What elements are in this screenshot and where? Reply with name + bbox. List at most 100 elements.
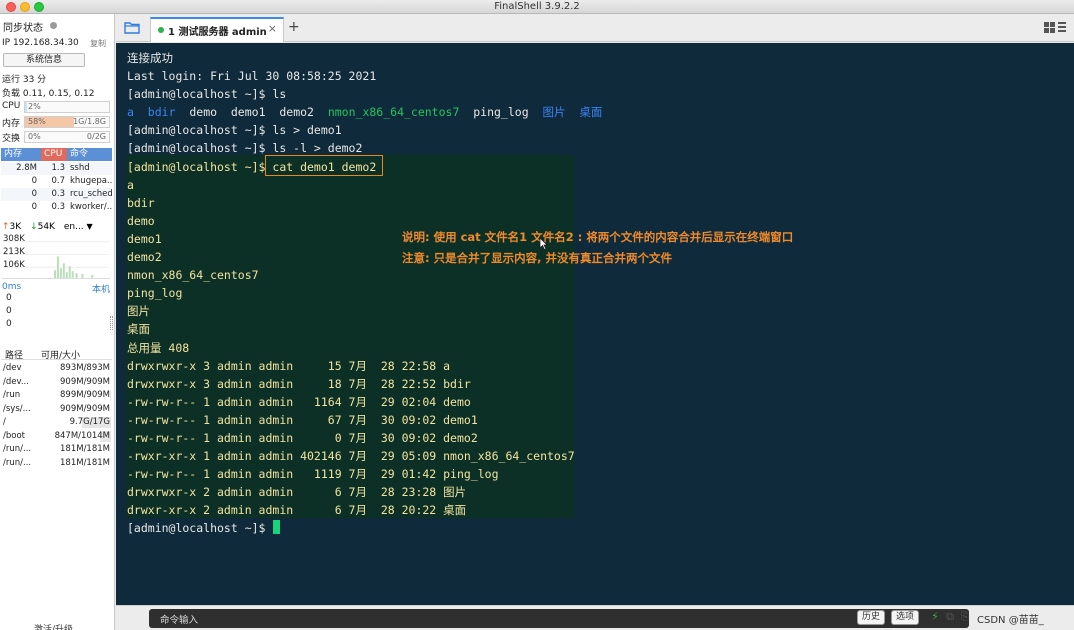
proc-mem: 0 (31, 176, 37, 186)
folder-icon[interactable] (124, 21, 140, 34)
terminal[interactable]: 连接成功 Last login: Fri Jul 30 08:58:25 2021… (116, 43, 1074, 605)
ping-value: 0 (6, 293, 12, 303)
terminal-text: 连接成功 (127, 51, 173, 65)
terminal-line: [admin@localhost ~]$ ls (127, 85, 602, 103)
fs-row[interactable]: /run/... 181M/181M (1, 457, 112, 471)
fs-size: 181M/181M (60, 457, 110, 468)
terminal-text: demo (127, 213, 155, 228)
watermark-text: CSDN @苗苗_ (977, 615, 1044, 626)
fs-path: /run/... (3, 444, 32, 454)
splitter-handle[interactable] (110, 316, 113, 330)
close-icon[interactable]: × (268, 22, 277, 35)
proc-col-cmd[interactable]: 命令 (67, 148, 112, 161)
mouse-pointer-icon (539, 237, 548, 250)
fs-row[interactable]: /run/... 181M/181M (1, 443, 112, 457)
terminal-line: drwxrwxr-x 3 admin admin 18 7月 28 22:52 … (127, 375, 602, 393)
fs-row[interactable]: /dev 893M/893M (1, 362, 112, 376)
terminal-text: Last login: Fri Jul 30 08:58:25 2021 (127, 69, 377, 84)
options-button[interactable]: 选项 (891, 610, 920, 625)
fs-row[interactable]: /dev... 909M/909M (1, 376, 112, 390)
fs-path: / (3, 417, 6, 427)
tab-label: 1 测试服务器 admin (168, 27, 267, 38)
paste-icon[interactable]: ⎘ (959, 610, 971, 623)
swap-detail: 0/2G (86, 132, 106, 141)
copy-ip-link[interactable]: 复制 (90, 38, 106, 49)
chevron-down-icon[interactable]: ▼ (87, 222, 93, 231)
terminal-text: 桌面 (127, 322, 150, 337)
terminal-cursor (273, 520, 281, 535)
annotation-note: 注意: 只是合并了显示内容, 并没有真正合并两个文件 (402, 251, 672, 265)
terminal-line: ping_log (127, 284, 602, 302)
terminal-text: -rw-rw-r-- 1 admin admin 1119 7月 29 01:4… (127, 467, 499, 482)
terminal-line: -rw-rw-r-- 1 admin admin 1164 7月 29 02:0… (127, 393, 602, 411)
terminal-text: -rw-rw-r-- 1 admin admin 1164 7月 29 02:0… (127, 394, 471, 409)
layout-grid-icon[interactable] (1044, 22, 1066, 34)
process-row[interactable]: 2.8M 1.3 sshd (1, 162, 112, 175)
proc-mem: 0 (31, 189, 37, 199)
sidebar: 同步状态 IP 192.168.34.30 复制 系统信息 运行 33 分 负载… (0, 14, 115, 630)
terminal-text: 图片 (127, 304, 150, 319)
terminal-text: nmon_x86_64_centos7 (327, 105, 460, 120)
terminal-text: [admin@localhost ~]$ ls (127, 87, 287, 102)
terminal-line: drwxrwxr-x 2 admin admin 6 7月 28 23:28 图… (127, 483, 602, 501)
terminal-text: ping_log (127, 286, 183, 301)
fs-col-path[interactable]: 路径 (5, 348, 23, 361)
proc-col-cpu[interactable]: CPU (41, 148, 67, 161)
fs-row[interactable]: /run 899M/909M (1, 389, 112, 403)
process-row[interactable]: 0 0.3 rcu_sched (1, 188, 112, 201)
fs-path: /run (3, 390, 21, 400)
fs-size: 909M/909M (60, 403, 110, 414)
proc-cmd: kworker/... (70, 202, 112, 212)
annotation-note: 说明: 使用 cat 文件名1 文件名2 : 将两个文件的内容合并后显示在终端窗… (402, 230, 794, 244)
terminal-text: drwxrwxr-x 3 admin admin 18 7月 28 22:52 … (127, 376, 471, 391)
proc-cpu: 0.7 (51, 176, 65, 186)
process-row[interactable]: 0 0.3 kworker/... (1, 201, 112, 214)
terminal-line: bdir (127, 194, 602, 212)
fs-size: 9.7G/17G (69, 417, 110, 427)
history-button[interactable]: 历史 (857, 610, 886, 625)
title-bar: FinalShell 3.9.2.2 (0, 0, 1074, 14)
swap-value: 0% (28, 132, 41, 141)
terminal-line: Last login: Fri Jul 30 08:58:25 2021 (127, 67, 602, 85)
ping-header: 0ms 本机 (2, 282, 112, 295)
proc-cmd: sshd (70, 163, 90, 173)
swap-meter: 0% 0/2G (24, 131, 110, 143)
system-info-button[interactable]: 系统信息 (3, 53, 85, 67)
proc-cmd: khugepa... (70, 176, 112, 186)
fs-path: /boot (3, 430, 25, 441)
mem-meter: 58% 1G/1.8G (24, 116, 110, 128)
command-input-placeholder: 命令输入 (160, 615, 199, 626)
lightning-icon[interactable]: ⚡ (929, 610, 941, 623)
add-tab-button[interactable]: + (288, 19, 300, 35)
fs-size: 899M/909M (60, 390, 110, 400)
tab-test-server[interactable]: 1 测试服务器 admin × (150, 17, 284, 42)
activate-upgrade-link[interactable]: 激活/升级 (34, 622, 73, 630)
proc-col-mem[interactable]: 内存 (1, 148, 41, 161)
terminal-text: a (127, 105, 134, 120)
net-tick: 213K (3, 247, 25, 257)
fs-row[interactable]: /boot 847M/1014M (1, 430, 112, 444)
process-row[interactable]: 0 0.7 khugepa... (1, 175, 112, 188)
terminal-text: a (127, 177, 134, 192)
swap-label: 交换 (2, 134, 21, 144)
terminal-line: -rw-rw-r-- 1 admin admin 1119 7月 29 01:4… (127, 465, 602, 483)
fs-row[interactable]: / 9.7G/17G (1, 416, 112, 430)
terminal-line: [admin@localhost ~]$ (127, 519, 602, 537)
terminal-text: [admin@localhost ~]$ ls > demo1 (127, 123, 342, 138)
ping-host[interactable]: 本机 (92, 282, 110, 295)
command-input[interactable]: 命令输入 (149, 609, 969, 628)
copy-icon[interactable]: ⧉ (944, 610, 956, 623)
net-tick: 106K (3, 260, 25, 270)
terminal-text: drwxrwxr-x 3 admin admin 15 7月 28 22:58 … (127, 358, 451, 373)
terminal-text: 总用量 408 (127, 340, 190, 355)
terminal-text: 图片 (542, 105, 566, 120)
terminal-line: 连接成功 (127, 49, 602, 67)
fs-col-size[interactable]: 可用/大小 (41, 348, 80, 361)
proc-cpu: 1.3 (51, 163, 65, 173)
cpu-meter-fill (25, 102, 27, 112)
terminal-line: demo (127, 212, 602, 230)
terminal-text: [admin@localhost ~]$ (127, 521, 273, 536)
fs-row[interactable]: /sys/... 909M/909M (1, 403, 112, 417)
